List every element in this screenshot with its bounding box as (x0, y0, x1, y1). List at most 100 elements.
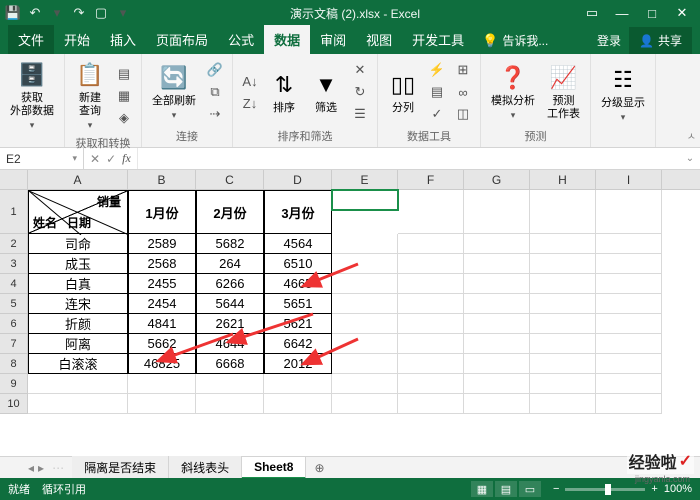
cell-name[interactable]: 白真 (28, 274, 128, 294)
zoom-out-icon[interactable]: − (553, 483, 559, 495)
tab-layout[interactable]: 页面布局 (146, 25, 218, 54)
cell-value[interactable]: 46825 (128, 354, 196, 374)
cell-name[interactable]: 连宋 (28, 294, 128, 314)
properties-icon[interactable]: ⧉ (204, 82, 226, 102)
remove-dup-icon[interactable]: ▤ (426, 82, 448, 102)
cell[interactable] (596, 234, 662, 254)
cell[interactable] (464, 190, 530, 234)
cell-value[interactable]: 5662 (128, 334, 196, 354)
cell[interactable] (464, 234, 530, 254)
sheet-nav-next-icon[interactable]: ▸ (38, 461, 44, 475)
from-table-icon[interactable]: ▦ (113, 86, 135, 106)
tab-home[interactable]: 开始 (54, 25, 100, 54)
header-month-1[interactable]: 1月份 (128, 190, 196, 234)
zoom-level[interactable]: 100% (664, 483, 692, 495)
diagonal-header-cell[interactable]: 销量 日期 姓名 (28, 190, 128, 234)
sheet-tab-3[interactable]: Sheet8 (242, 457, 306, 479)
cell[interactable] (596, 334, 662, 354)
cell[interactable] (398, 190, 464, 234)
view-page-layout-icon[interactable]: ▤ (495, 481, 517, 497)
cell[interactable] (332, 294, 398, 314)
cell-name[interactable]: 成玉 (28, 254, 128, 274)
cell-value[interactable]: 5651 (264, 294, 332, 314)
cell-value[interactable]: 5682 (196, 234, 264, 254)
cell-value[interactable]: 6668 (196, 354, 264, 374)
select-all-corner[interactable] (0, 170, 28, 190)
col-header-E[interactable]: E (332, 170, 398, 189)
cell[interactable] (530, 394, 596, 414)
cell[interactable] (596, 374, 662, 394)
cell-value[interactable]: 4644 (196, 334, 264, 354)
cell[interactable] (530, 190, 596, 234)
advanced-filter-icon[interactable]: ☰ (349, 104, 371, 124)
sort-button[interactable]: ⇅ 排序 (265, 68, 303, 117)
col-header-D[interactable]: D (264, 170, 332, 189)
cell-value[interactable]: 2621 (196, 314, 264, 334)
cell[interactable] (332, 374, 398, 394)
minimize-icon[interactable]: — (608, 3, 636, 23)
reapply-icon[interactable]: ↻ (349, 82, 371, 102)
name-box[interactable]: E2▾ (0, 148, 84, 169)
tab-formulas[interactable]: 公式 (218, 25, 264, 54)
cell-value[interactable]: 2012 (264, 354, 332, 374)
save-icon[interactable]: 💾 (4, 4, 22, 22)
cell-name[interactable]: 阿离 (28, 334, 128, 354)
data-validation-icon[interactable]: ✓ (426, 104, 448, 124)
cell-value[interactable]: 5644 (196, 294, 264, 314)
new-query-button[interactable]: 📋 新建 查询 ▾ (71, 58, 109, 133)
filter-button[interactable]: ▼ 筛选 (307, 68, 345, 117)
close-icon[interactable]: ✕ (668, 3, 696, 23)
cell-value[interactable]: 2454 (128, 294, 196, 314)
cell-value[interactable]: 5621 (264, 314, 332, 334)
cell[interactable] (264, 374, 332, 394)
cell[interactable] (332, 274, 398, 294)
cell[interactable] (128, 374, 196, 394)
cancel-formula-icon[interactable]: ✕ (90, 152, 100, 166)
cell[interactable] (530, 234, 596, 254)
cell-value[interactable]: 2455 (128, 274, 196, 294)
row-header[interactable]: 6 (0, 314, 28, 334)
outline-button[interactable]: ☷ 分级显示 ▾ (597, 63, 649, 125)
cell[interactable] (398, 254, 464, 274)
cell[interactable] (530, 314, 596, 334)
cell-value[interactable]: 4665 (264, 274, 332, 294)
maximize-icon[interactable]: □ (638, 3, 666, 23)
col-header-G[interactable]: G (464, 170, 530, 189)
cell-value[interactable]: 6642 (264, 334, 332, 354)
cell[interactable] (332, 394, 398, 414)
cell[interactable] (464, 394, 530, 414)
tab-view[interactable]: 视图 (356, 25, 402, 54)
row-header[interactable]: 9 (0, 374, 28, 394)
recent-sources-icon[interactable]: ◈ (113, 108, 135, 128)
row-header-1[interactable]: 1 (0, 190, 28, 234)
row-header[interactable]: 10 (0, 394, 28, 414)
row-header[interactable]: 7 (0, 334, 28, 354)
connections-icon[interactable]: 🔗 (204, 60, 226, 80)
row-header[interactable]: 8 (0, 354, 28, 374)
tell-me[interactable]: 💡告诉我... (474, 27, 556, 54)
cell[interactable] (530, 254, 596, 274)
cell[interactable] (596, 314, 662, 334)
col-header-H[interactable]: H (530, 170, 596, 189)
cell[interactable] (530, 354, 596, 374)
expand-formula-bar-icon[interactable]: ⌄ (680, 148, 700, 169)
cell[interactable] (332, 334, 398, 354)
tab-developer[interactable]: 开发工具 (402, 25, 474, 54)
cell[interactable] (264, 394, 332, 414)
col-header-B[interactable]: B (128, 170, 196, 189)
sheet-tab-1[interactable]: 隔离是否结束 (72, 456, 169, 479)
cell[interactable] (398, 354, 464, 374)
cell[interactable] (596, 274, 662, 294)
cell-E2-selected[interactable] (332, 190, 398, 210)
cell-name[interactable]: 白滚滚 (28, 354, 128, 374)
row-header[interactable]: 5 (0, 294, 28, 314)
row-header[interactable]: 3 (0, 254, 28, 274)
cell[interactable] (464, 254, 530, 274)
cell[interactable] (196, 374, 264, 394)
cell[interactable] (398, 274, 464, 294)
cell-value[interactable]: 6510 (264, 254, 332, 274)
view-page-break-icon[interactable]: ▭ (519, 481, 541, 497)
fx-icon[interactable]: fx (122, 151, 131, 166)
collapse-ribbon-icon[interactable]: ㅅ (687, 128, 696, 143)
tab-insert[interactable]: 插入 (100, 25, 146, 54)
